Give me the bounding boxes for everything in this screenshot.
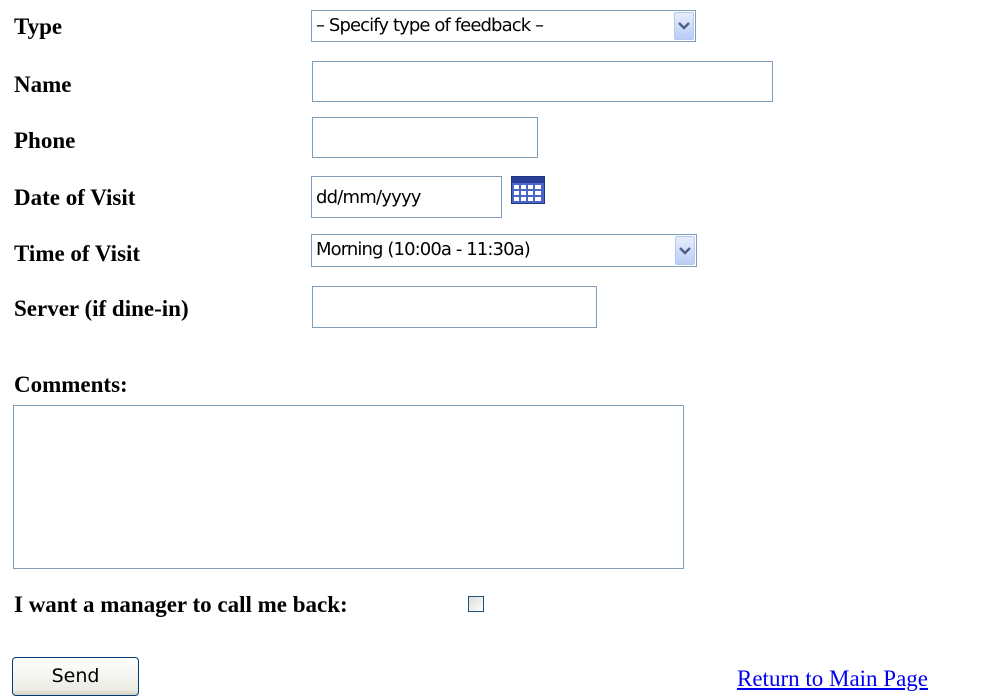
phone-label: Phone [14, 128, 76, 153]
date-of-visit-input[interactable] [311, 176, 502, 218]
chevron-down-icon[interactable] [675, 236, 695, 265]
comments-label: Comments: [14, 372, 128, 397]
date-of-visit-label: Date of Visit [14, 185, 136, 210]
time-of-visit-value: Morning (10:00a - 11:30a) [316, 239, 531, 260]
return-to-main-page-link[interactable]: Return to Main Page [737, 665, 928, 693]
calendar-icon[interactable] [511, 176, 545, 204]
chevron-down-icon[interactable] [674, 12, 694, 40]
type-label: Type [14, 14, 63, 39]
callback-checkbox[interactable] [468, 596, 484, 612]
server-input[interactable] [312, 286, 597, 328]
server-label: Server (if dine-in) [14, 296, 189, 321]
name-input[interactable] [312, 61, 773, 102]
time-of-visit-label: Time of Visit [14, 241, 141, 266]
type-select-value: – Specify type of feedback – [316, 15, 544, 36]
phone-input[interactable] [312, 117, 538, 158]
type-select[interactable]: – Specify type of feedback – [311, 10, 696, 42]
callback-label: I want a manager to call me back: [14, 592, 348, 617]
send-button[interactable]: Send [12, 657, 139, 696]
time-of-visit-select[interactable]: Morning (10:00a - 11:30a) [311, 234, 697, 267]
name-label: Name [14, 72, 72, 97]
comments-textarea[interactable] [13, 405, 684, 569]
